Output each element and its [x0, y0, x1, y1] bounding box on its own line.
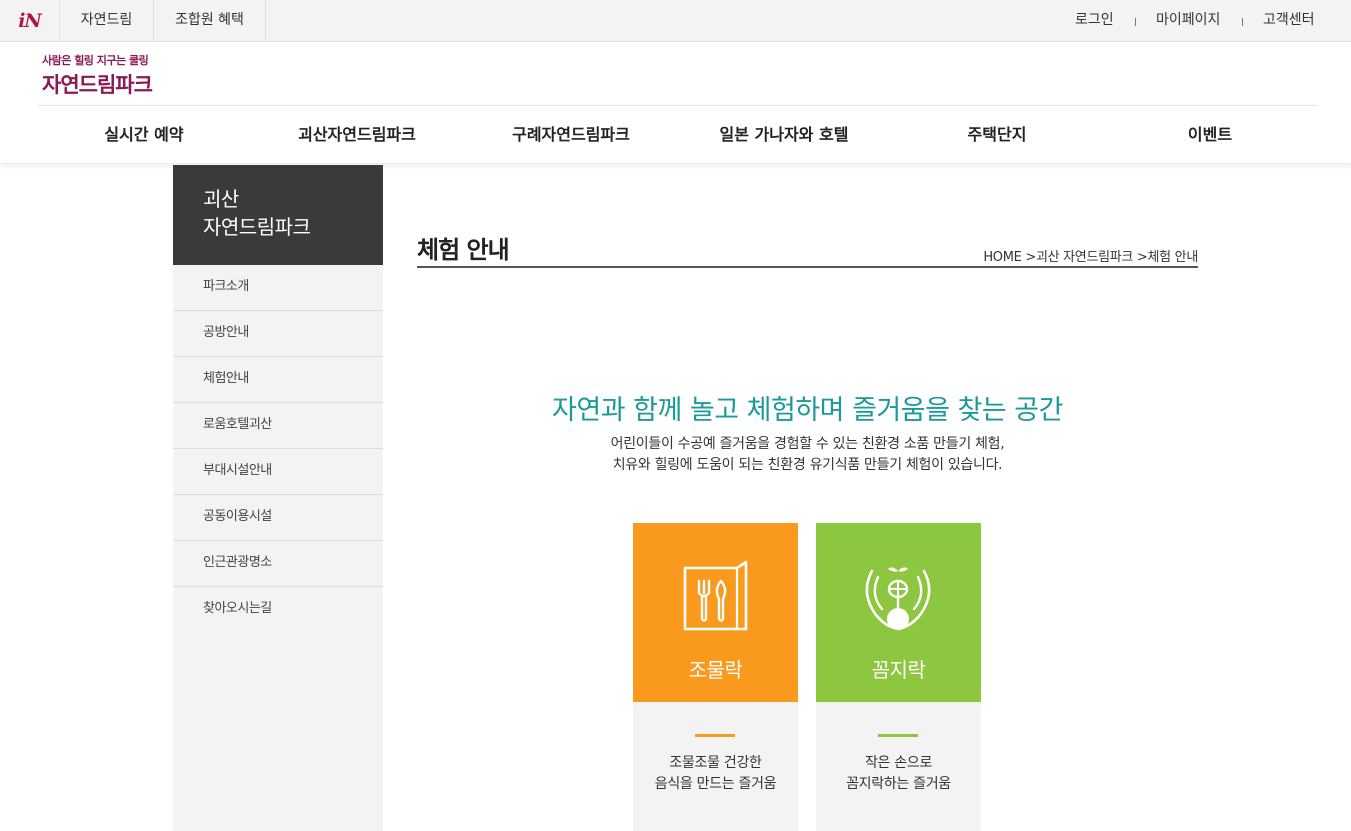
utensils-icon [683, 560, 748, 631]
intro-line: 어린이들이 수공예 즐거움을 경험할 수 있는 친환경 소품 만들기 체험, [610, 436, 1005, 452]
sidebar-title: 괴산 자연드림파크 [173, 165, 383, 265]
nav-gurye-park[interactable]: 구례자연드림파크 [486, 106, 656, 164]
title-underline [417, 266, 1198, 268]
intro-line: 치유와 힐링에 도움이 되는 친환경 유기식품 만들기 체험이 있습니다. [612, 457, 1003, 473]
top-link-member-benefits[interactable]: 조합원 혜택 [154, 0, 266, 41]
sprout-hands-icon [865, 567, 931, 631]
brand-logo-text: iN [18, 9, 42, 32]
main-navigation: 실시간 예약 괴산자연드림파크 구례자연드림파크 일본 가나자와 호텔 주택단지… [0, 106, 1351, 164]
util-separator [1135, 18, 1136, 26]
nav-kanazawa-hotel[interactable]: 일본 가나자와 호텔 [694, 106, 874, 164]
sidebar-item-park-intro[interactable]: 파크소개 [173, 265, 383, 311]
sidebar-item-workshop[interactable]: 공방안내 [173, 311, 383, 357]
card-accent-bar [695, 734, 735, 737]
card-name: 조물락 [688, 658, 743, 682]
customer-center-link[interactable]: 고객센터 [1263, 0, 1315, 41]
nav-goesan-park[interactable]: 괴산자연드림파크 [272, 106, 442, 164]
sidebar-title-line1: 괴산 [203, 187, 239, 211]
brand-logo-link[interactable]: iN [0, 0, 60, 41]
card-accent-bar [878, 734, 918, 737]
card-header: 조물락 [633, 523, 798, 702]
intro-description: 어린이들이 수공예 즐거움을 경험할 수 있는 친환경 소품 만들기 체험, 치… [417, 434, 1198, 476]
sidebar-item-roum-hotel[interactable]: 로움호텔괴산 [173, 403, 383, 449]
nav-housing-complex[interactable]: 주택단지 [932, 106, 1062, 164]
sidebar-item-directions[interactable]: 찾아오시는길 [173, 587, 383, 633]
page-title: 체험 안내 [417, 235, 510, 264]
sidebar-item-shared-facilities[interactable]: 공동이용시설 [173, 495, 383, 541]
intro-heading: 자연과 함께 놀고 체험하며 즐거움을 찾는 공간 [552, 395, 1063, 426]
nav-event[interactable]: 이벤트 [1150, 106, 1270, 164]
nav-realtime-reservation[interactable]: 실시간 예약 [64, 106, 224, 164]
sidebar-title-line2: 자연드림파크 [203, 215, 311, 239]
card-desc-line: 조물조물 건강한 [669, 755, 762, 771]
breadcrumb: HOME >괴산 자연드림파크 >체험 안내 [983, 250, 1198, 265]
card-description: 작은 손으로 꼼지락하는 즐거움 [816, 753, 981, 795]
sidebar-item-facilities[interactable]: 부대시설안내 [173, 449, 383, 495]
logo-tagline: 사람은 힐링 지구는 쿨링 [42, 54, 149, 67]
login-link[interactable]: 로그인 [1075, 0, 1114, 41]
top-utility-bar: iN 자연드림 조합원 혜택 로그인 마이페이지 고객센터 [0, 0, 1351, 42]
sidebar-item-nearby-attractions[interactable]: 인근관광명소 [173, 541, 383, 587]
experience-card-jomullak[interactable]: 조물락 조물조물 건강한 음식을 만드는 즐거움 [633, 523, 798, 831]
top-link-natural-dream[interactable]: 자연드림 [60, 0, 154, 41]
card-header: 꼼지락 [816, 523, 981, 702]
card-desc-line: 음식을 만드는 즐거움 [654, 776, 777, 792]
experience-card-kkomjirak[interactable]: 꼼지락 작은 손으로 꼼지락하는 즐거움 [816, 523, 981, 831]
site-logo[interactable]: 사람은 힐링 지구는 쿨링 자연드림파크 [42, 52, 182, 98]
util-separator [1242, 18, 1243, 26]
card-desc-line: 꼼지락하는 즐거움 [846, 776, 951, 792]
mypage-link[interactable]: 마이페이지 [1156, 0, 1220, 41]
card-name: 꼼지락 [871, 658, 926, 682]
card-desc-line: 작은 손으로 [864, 755, 933, 771]
card-description: 조물조물 건강한 음식을 만드는 즐거움 [633, 753, 798, 795]
logo-name: 자연드림파크 [42, 72, 153, 97]
sidebar-item-experience[interactable]: 체험안내 [173, 357, 383, 403]
